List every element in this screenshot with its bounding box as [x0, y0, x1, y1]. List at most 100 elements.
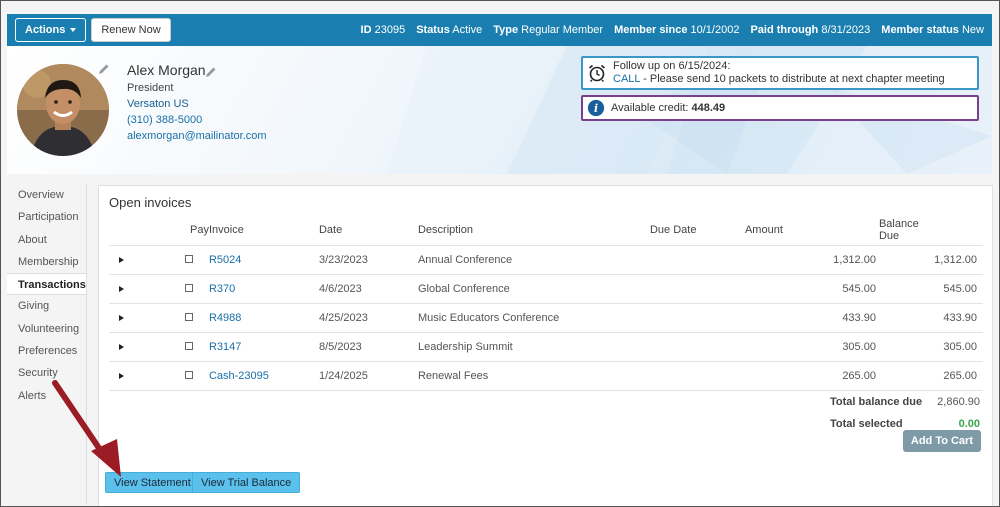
profile-header: Alex Morgan President Versaton US (310) …	[7, 46, 992, 174]
sidebar-item-membership[interactable]: Membership	[7, 251, 87, 273]
total-selected-label: Total selected	[830, 418, 903, 430]
expand-triangle-icon[interactable]	[119, 314, 124, 321]
sidebar-item-about[interactable]: About	[7, 229, 87, 251]
pay-checkbox[interactable]	[185, 254, 193, 263]
invoice-balance: 433.90	[878, 302, 983, 332]
table-header-row: Pay Invoice Date Description Due Date Am…	[109, 216, 983, 245]
table-row: R4988 4/25/2023 Music Educators Conferen…	[109, 302, 983, 332]
expand-triangle-icon[interactable]	[119, 343, 124, 350]
invoice-balance: 1,312.00	[878, 244, 983, 274]
pay-checkbox[interactable]	[185, 341, 193, 350]
renew-now-button[interactable]: Renew Now	[91, 18, 171, 42]
col-due-date: Due Date	[649, 224, 697, 237]
edit-profile-pencil-icon[interactable]	[205, 66, 217, 78]
caret-down-icon	[70, 28, 77, 32]
invoice-due-date	[649, 244, 745, 274]
invoice-link[interactable]: R3147	[209, 341, 241, 353]
member-email-link[interactable]: alexmorgan@mailinator.com	[127, 130, 267, 142]
sidebar-item-preferences[interactable]: Preferences	[7, 340, 87, 362]
invoice-amount: 265.00	[744, 360, 879, 391]
sidebar-item-participation[interactable]: Participation	[7, 206, 87, 228]
col-invoice: Invoice	[208, 224, 244, 237]
invoice-description: Annual Conference	[417, 244, 650, 274]
invoice-totals: Total balance due 2,860.90 Total selecte…	[830, 391, 980, 435]
invoice-date: 1/24/2025	[318, 360, 418, 391]
followup-text: Follow up on 6/15/2024: CALL - Please se…	[613, 60, 945, 85]
available-credit-text: Available credit: 448.49	[611, 101, 726, 114]
info-icon: i	[587, 99, 605, 117]
member-phone-link[interactable]: (310) 388-5000	[127, 114, 202, 126]
add-to-cart-button[interactable]: Add To Cart	[902, 430, 981, 452]
sidebar-item-giving[interactable]: Giving	[7, 295, 87, 317]
meta-member-since: Member since 10/1/2002	[614, 24, 740, 36]
pay-checkbox[interactable]	[185, 283, 193, 292]
invoice-balance: 545.00	[878, 273, 983, 303]
call-link[interactable]: CALL	[613, 73, 640, 85]
invoice-amount: 305.00	[744, 331, 879, 361]
invoice-description: Music Educators Conference	[417, 302, 650, 332]
invoice-description: Renewal Fees	[417, 360, 650, 391]
col-expand	[109, 216, 149, 245]
col-date: Date	[318, 224, 343, 237]
meta-id: ID 23095	[360, 24, 406, 36]
col-description: Description	[417, 224, 473, 237]
svg-text:i: i	[594, 102, 598, 115]
table-row: Cash-23095 1/24/2025 Renewal Fees 265.00…	[109, 360, 983, 391]
table-row: R370 4/6/2023 Global Conference 545.00 5…	[109, 273, 983, 303]
total-balance-label: Total balance due	[830, 396, 923, 408]
meta-status: Status Active	[416, 24, 483, 36]
invoice-due-date	[649, 360, 745, 391]
meta-type: Type Regular Member	[493, 24, 604, 36]
open-invoices-table: Pay Invoice Date Description Due Date Am…	[109, 216, 983, 391]
col-amount: Amount	[744, 224, 783, 237]
member-toolbar: Actions Renew Now ID 23095 Status Active…	[7, 14, 992, 46]
invoice-link[interactable]: R5024	[209, 254, 241, 266]
invoice-due-date	[649, 331, 745, 361]
edit-photo-pencil-icon[interactable]	[98, 63, 110, 75]
view-trial-balance-button[interactable]: View Trial Balance	[192, 472, 301, 493]
invoice-amount: 1,312.00	[744, 244, 879, 274]
col-balance-due: Balance Due	[878, 218, 919, 243]
member-organization-link[interactable]: Versaton US	[127, 98, 189, 110]
member-title: President	[127, 82, 174, 94]
member-name: Alex Morgan	[127, 62, 206, 78]
invoice-description: Leadership Summit	[417, 331, 650, 361]
total-balance-row: Total balance due 2,860.90	[830, 391, 980, 413]
invoice-balance: 305.00	[878, 331, 983, 361]
meta-member-status: Member status New	[881, 24, 984, 36]
member-meta: ID 23095 Status Active Type Regular Memb…	[361, 24, 984, 36]
sidebar-item-volunteering[interactable]: Volunteering	[7, 318, 87, 340]
alarm-clock-icon	[588, 64, 606, 82]
sidebar-item-transactions[interactable]: Transactions	[7, 273, 87, 296]
pay-checkbox[interactable]	[185, 312, 193, 321]
invoice-link[interactable]: R4988	[209, 312, 241, 324]
sidebar-item-overview[interactable]: Overview	[7, 184, 87, 206]
annotation-arrow-icon	[52, 380, 121, 477]
expand-triangle-icon[interactable]	[119, 372, 124, 379]
table-row: R3147 8/5/2023 Leadership Summit 305.00 …	[109, 331, 983, 361]
meta-paid-through: Paid through 8/31/2023	[750, 24, 871, 36]
col-pay: Pay	[190, 224, 209, 237]
invoice-date: 8/5/2023	[318, 331, 418, 361]
actions-label: Actions	[25, 24, 66, 36]
invoice-date: 4/25/2023	[318, 302, 418, 332]
actions-dropdown-button[interactable]: Actions	[15, 18, 87, 42]
open-invoices-title: Open invoices	[109, 195, 192, 210]
total-balance-value: 2,860.90	[937, 396, 980, 408]
invoice-description: Global Conference	[417, 273, 650, 303]
table-row: R5024 3/23/2023 Annual Conference 1,312.…	[109, 244, 983, 274]
invoice-link[interactable]: R370	[209, 283, 235, 295]
invoice-amount: 545.00	[744, 273, 879, 303]
invoice-due-date	[649, 273, 745, 303]
avatar	[17, 64, 109, 156]
invoice-date: 3/23/2023	[318, 244, 418, 274]
invoice-link[interactable]: Cash-23095	[209, 370, 269, 382]
invoice-amount: 433.90	[744, 302, 879, 332]
pay-checkbox[interactable]	[185, 370, 193, 379]
followup-note: Follow up on 6/15/2024: CALL - Please se…	[581, 56, 979, 90]
app-frame: Actions Renew Now ID 23095 Status Active…	[0, 0, 1000, 507]
expand-triangle-icon[interactable]	[119, 285, 124, 292]
expand-triangle-icon[interactable]	[119, 256, 124, 263]
invoice-date: 4/6/2023	[318, 273, 418, 303]
invoice-due-date	[649, 302, 745, 332]
